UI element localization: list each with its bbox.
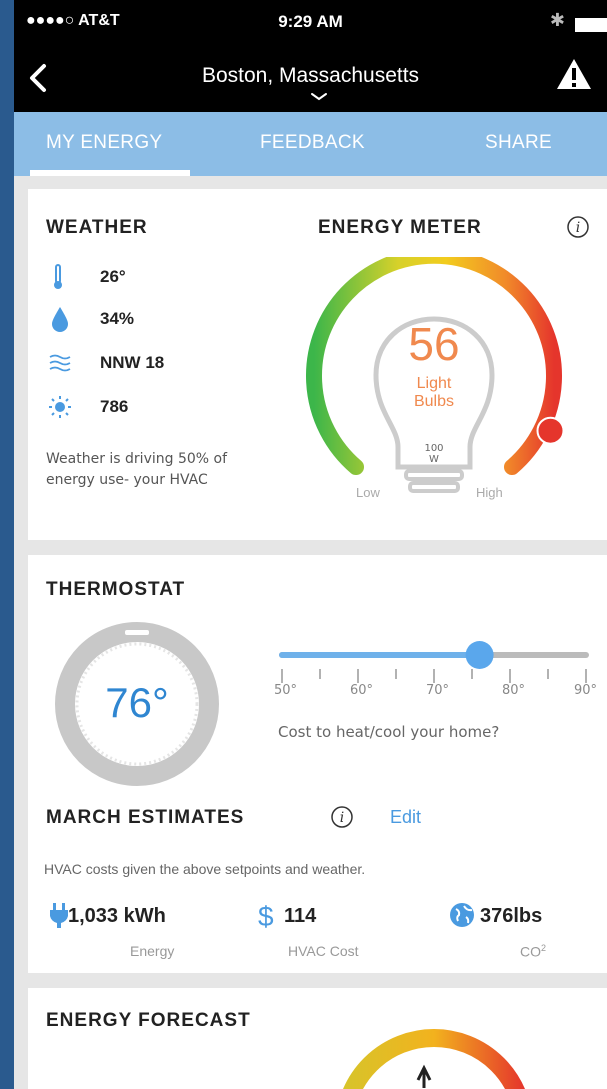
status-bar: ●●●●○ AT&T 9:29 AM ✱ [14,0,607,44]
unit-line-1: Light [416,375,452,392]
svg-text:i: i [340,810,344,826]
meter-marker [536,416,565,445]
cost-estimate-value: 114 [284,905,317,927]
wind-value: NNW 18 [100,353,165,372]
solar-value: 786 [100,397,129,416]
globe-icon [450,903,474,927]
energy-meter-unit: Light Bulbs [394,375,474,411]
temperature-slider[interactable] [266,633,596,713]
thermostat-temperature: 76° [105,679,169,726]
app-screen: ●●●●○ AT&T 9:29 AM ✱ Boston, Massachuset… [14,0,607,1089]
humidity-value: 34% [100,309,135,328]
thermostat-card: THERMOSTAT 76° 50° 60° 70° 80° 90° Cost … [28,555,607,973]
weather-note: Weather is driving 50% of energy use- yo… [46,451,228,488]
bluetooth-icon: ✱ [549,10,565,30]
chevron-down-icon[interactable] [310,92,328,102]
info-icon[interactable]: i [566,215,590,239]
wattage-unit: W [429,454,439,465]
tab-bar: MY ENERGY FEEDBACK SHARE [14,112,607,176]
co2-estimate-label: CO2 [520,943,546,960]
unit-line-2: Bulbs [413,393,455,410]
slider-label-70: 70° [426,683,450,698]
battery-icon [575,18,607,32]
warning-triangle-icon[interactable] [555,56,593,92]
forecast-arrow-icon [416,1064,432,1088]
tab-feedback[interactable]: FEEDBACK [260,132,365,154]
estimates-heading: MARCH ESTIMATES [46,807,245,828]
cost-estimate-label: HVAC Cost [288,943,359,959]
svg-text:i: i [576,220,580,236]
weather-heading: WEATHER [46,217,148,238]
gauge-low-label: Low [356,485,380,500]
cost-question: Cost to heat/cool your home? [278,723,500,741]
forecast-gauge [343,1029,525,1089]
info-icon[interactable]: i [330,805,354,829]
nav-bar: Boston, Massachusetts [14,44,607,112]
wattage-number: 100 [424,443,444,454]
estimates-description: HVAC costs given the above setpoints and… [44,861,366,877]
forecast-card: ENERGY FORECAST [28,988,607,1089]
tab-my-energy[interactable]: MY ENERGY [46,132,162,154]
thermostat-heading: THERMOSTAT [46,579,186,600]
energy-meter-heading: ENERGY METER [318,217,482,238]
temperature-value: 26° [100,267,126,286]
slider-label-50: 50° [274,683,298,698]
plug-icon [50,903,68,928]
energy-meter-value: 56 [408,318,460,370]
edit-link[interactable]: Edit [390,807,421,828]
tab-share[interactable]: SHARE [485,132,552,154]
co2-estimate-value: 376lbs [480,905,543,927]
thermometer-icon [54,264,62,289]
water-drop-icon [52,307,68,332]
slider-label-60: 60° [350,683,374,698]
weather-energy-card: WEATHER 26° 34% NNW 18 786 Weather is dr… [28,189,607,540]
slider-label-90: 90° [574,683,598,698]
forecast-heading: ENERGY FORECAST [46,1010,251,1031]
clock: 9:29 AM [278,12,343,31]
slider-label-80: 80° [502,683,526,698]
co2-label-text: CO [520,943,541,960]
location-title[interactable]: Boston, Massachusetts [14,64,607,88]
energy-estimate-value: 1,033 kWh [68,905,166,927]
active-tab-indicator [30,170,190,176]
dollar-icon: $ [258,901,274,932]
wind-icon [49,354,71,372]
gauge-high-label: High [476,485,503,500]
sun-icon [49,396,71,418]
slider-knob [465,641,494,669]
bulb-wattage: 100 W [414,443,454,465]
energy-estimate-label: Energy [130,943,175,959]
co2-label-subscript: 2 [541,943,547,953]
